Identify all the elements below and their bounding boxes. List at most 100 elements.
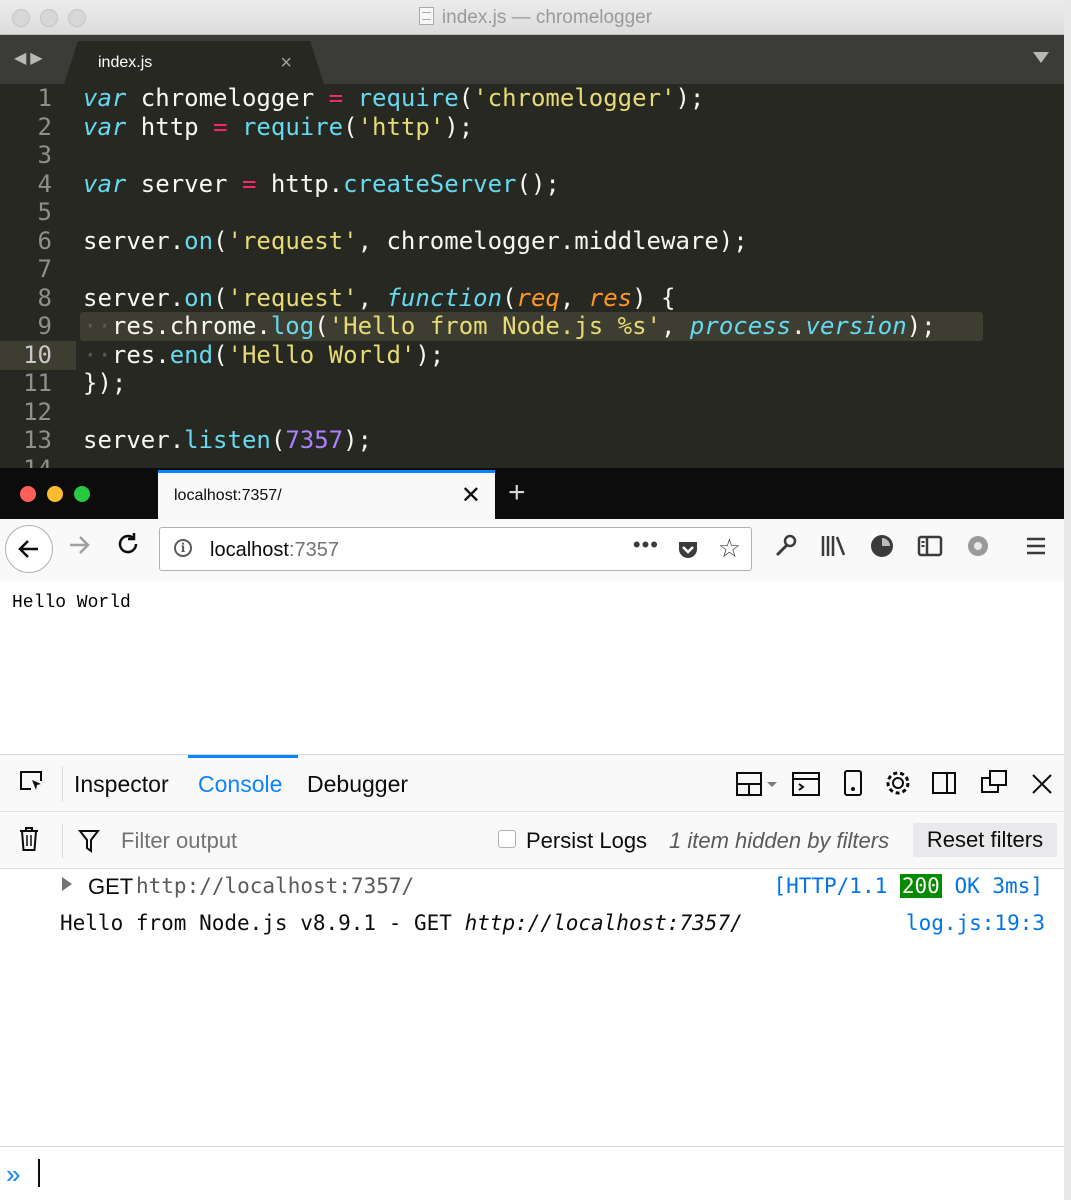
tab-debugger[interactable]: Debugger [307, 771, 408, 798]
console-prompt-icon: » [6, 1159, 21, 1189]
filter-funnel-icon [78, 830, 100, 853]
code-line: 2 var http = require('http'); [0, 113, 1071, 142]
minimize-window-icon[interactable] [47, 486, 63, 502]
separate-window-icon[interactable] [980, 769, 1008, 795]
text-caret [38, 1159, 40, 1187]
code-line-current: 10 ··res.end('Hello World'); [0, 340, 1071, 370]
tab-console[interactable]: Console [198, 771, 282, 798]
devtools-toolbar: Inspector Console Debugger [0, 754, 1071, 812]
browser-navbar: i localhost:7357 ••• ☆ [0, 519, 1071, 582]
code-line: 12 [0, 398, 1071, 427]
browser-tab-localhost[interactable]: localhost:7357/ ✕ [158, 470, 495, 519]
code-line: 3 [0, 141, 1071, 170]
extension-icon[interactable] [869, 533, 895, 559]
reload-button[interactable] [115, 531, 141, 564]
url-bar[interactable]: i localhost:7357 ••• ☆ [159, 527, 752, 571]
log-text: Hello from Node.js v8.9.1 - GET http://l… [60, 911, 743, 935]
hidden-items-note: 1 item hidden by filters [669, 828, 890, 853]
arrow-right-icon [70, 536, 90, 554]
line-number: 12 [23, 397, 52, 426]
console-input[interactable]: » [0, 1146, 1071, 1200]
gear-addon-icon[interactable] [965, 533, 991, 559]
back-button[interactable] [5, 525, 53, 573]
persist-logs-label[interactable]: Persist Logs [526, 828, 647, 854]
code-line: 13 server.listen(7357); [0, 426, 1071, 455]
page-body-text: Hello World [12, 593, 131, 613]
bookmark-star-icon[interactable]: ☆ [718, 533, 741, 564]
filter-output-input[interactable]: Filter output [121, 828, 237, 854]
line-number: 8 [37, 283, 52, 312]
log-url: http://localhost:7357/ [464, 911, 743, 935]
code-line: 8 server.on('request', function(req, res)… [0, 284, 1071, 313]
active-tab-indicator [188, 755, 298, 758]
line-number: 3 [37, 141, 52, 169]
code-line: 7 [0, 255, 1071, 284]
line-number: 13 [23, 426, 52, 454]
close-window-icon[interactable] [20, 486, 36, 502]
browser-tabbar: localhost:7357/ ✕ + [0, 468, 1071, 519]
trash-icon[interactable] [18, 826, 40, 852]
close-devtools-icon[interactable] [1030, 772, 1054, 796]
library-icon[interactable] [820, 534, 848, 558]
reset-filters-button[interactable]: Reset filters [913, 823, 1057, 857]
dock-side-icon[interactable] [931, 771, 957, 795]
code-line: 5 [0, 198, 1071, 227]
line-number: 9 [37, 312, 52, 340]
line-number: 10 [23, 340, 52, 369]
editor-tab-label: index.js [98, 54, 153, 71]
toolbar-divider [62, 767, 63, 801]
editor-tab-close-icon[interactable]: × [280, 52, 292, 75]
document-icon [418, 7, 434, 25]
persist-logs-checkbox[interactable] [498, 830, 516, 848]
url-text[interactable]: localhost:7357 [210, 539, 339, 562]
device-mode-icon[interactable] [843, 769, 863, 797]
line-number: 14 [0, 455, 52, 469]
scratchpad-icon[interactable] [791, 771, 821, 797]
element-picker-icon[interactable] [18, 769, 44, 793]
window-edge [1064, 0, 1071, 1200]
browser-tab-close-icon[interactable]: ✕ [461, 481, 481, 510]
settings-gear-icon[interactable] [884, 769, 912, 797]
browser-window-controls[interactable] [20, 486, 90, 502]
filterbar-divider [62, 824, 63, 858]
tab-inspector[interactable]: Inspector [74, 771, 169, 798]
code-line-selected: 9 ··res.chrome.log('Hello from Node.js %s… [0, 312, 1071, 341]
code-line: 4 var server = http.createServer(); [0, 170, 1071, 199]
code-line: 1 var chromelogger = require('chromelogge… [0, 84, 1071, 113]
console-filterbar: Filter output Persist Logs 1 item hidden… [0, 812, 1071, 869]
line-number: 7 [37, 255, 52, 283]
reload-icon [118, 533, 138, 554]
editor-window-title: index.js — chromelogger [0, 7, 1071, 29]
editor-titlebar: index.js — chromelogger [0, 0, 1071, 35]
line-number: 6 [37, 226, 52, 255]
forward-button[interactable] [66, 532, 92, 565]
console-output: GET http://localhost:7357/ [HTTP/1.1 200… [0, 869, 1071, 1146]
page-actions-more-icon[interactable]: ••• [633, 532, 659, 558]
editor-tabbar: ◀▶ index.js × [0, 35, 1071, 84]
pocket-icon[interactable] [677, 540, 699, 560]
line-number: 11 [23, 369, 52, 397]
code-line: 11}); [0, 369, 1071, 398]
new-tab-plus-icon[interactable]: + [508, 476, 526, 510]
wrench-icon[interactable] [773, 533, 799, 559]
code-line: 6 server.on('request', chromelogger.middl… [0, 227, 1071, 256]
code-editor[interactable]: 1 var chromelogger = require('chromelogge… [0, 84, 1071, 468]
responsive-layout-icon[interactable] [735, 771, 781, 797]
browser-tab-title: localhost:7357/ [174, 487, 282, 504]
code-line: 14 [0, 455, 1071, 469]
line-number: 5 [37, 198, 52, 226]
arrow-left-icon [18, 540, 38, 558]
page-content: Hello World [0, 581, 1071, 754]
zoom-window-icon[interactable] [74, 486, 90, 502]
log-source-link[interactable]: log.js:19:3 [906, 911, 1045, 935]
tab-nav-arrows-icon[interactable]: ◀▶ [14, 48, 47, 68]
hamburger-menu-icon[interactable] [1024, 534, 1048, 558]
line-number: 1 [37, 84, 52, 112]
editor-tab-index-js[interactable]: index.js × [64, 41, 324, 84]
line-number: 2 [37, 112, 52, 141]
sidebar-icon[interactable] [917, 534, 943, 558]
site-info-icon[interactable]: i [174, 539, 192, 557]
log-message: Hello from Node.js v8.9.1 - GET http://l… [0, 869, 1071, 949]
line-number: 4 [37, 169, 52, 198]
tab-overflow-chevron-icon[interactable] [1033, 52, 1049, 63]
